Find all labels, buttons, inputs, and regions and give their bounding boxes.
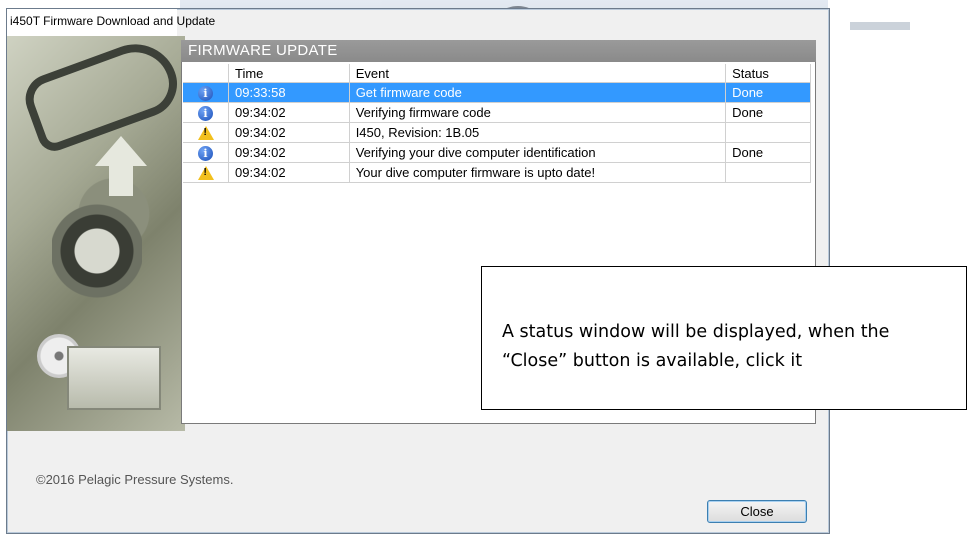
background-text-blur (850, 22, 910, 30)
copyright-text: ©2016 Pelagic Pressure Systems. (36, 472, 234, 487)
row-event: Your dive computer firmware is upto date… (349, 162, 727, 183)
row-time: 09:34:02 (228, 142, 350, 163)
row-time: 09:34:02 (228, 122, 350, 143)
column-header-time[interactable]: Time (228, 64, 350, 83)
info-icon: i (198, 105, 213, 121)
upload-arrow-stem (109, 166, 133, 196)
row-icon-cell: i (183, 102, 229, 123)
product-illustration (7, 36, 185, 431)
column-header-event[interactable]: Event (349, 64, 727, 83)
row-icon-cell: i (183, 142, 229, 163)
callout-text: A status window will be displayed, when … (502, 322, 890, 371)
table-row[interactable]: 09:34:02 I450, Revision: 1B.05 (183, 122, 811, 143)
warning-icon (197, 166, 214, 181)
event-table: Time Event Status i 09:33:58 Get firmwar… (183, 64, 811, 183)
row-event: Verifying your dive computer identificat… (349, 142, 727, 163)
row-event: Get firmware code (349, 82, 727, 103)
row-status (725, 122, 811, 143)
row-icon-cell (183, 162, 229, 183)
table-row[interactable]: i 09:34:02 Verifying your dive computer … (183, 142, 811, 163)
column-header-icon[interactable] (183, 64, 229, 83)
info-icon: i (198, 145, 213, 161)
row-status: Done (725, 82, 811, 103)
warning-icon (197, 126, 214, 141)
close-button[interactable]: Close (707, 500, 807, 523)
row-status (725, 162, 811, 183)
info-icon: i (198, 85, 213, 101)
row-time: 09:34:02 (228, 102, 350, 123)
annotation-callout: A status window will be displayed, when … (481, 266, 967, 410)
dive-computer-graphic (52, 196, 142, 306)
table-row[interactable]: 09:34:02 Your dive computer firmware is … (183, 162, 811, 183)
table-row[interactable]: i 09:33:58 Get firmware code Done (183, 82, 811, 103)
row-time: 09:33:58 (228, 82, 350, 103)
window-title: i450T Firmware Download and Update (10, 14, 216, 28)
panel-header-title: FIRMWARE UPDATE (188, 42, 338, 59)
row-icon-cell (183, 122, 229, 143)
row-time: 09:34:02 (228, 162, 350, 183)
table-row[interactable]: i 09:34:02 Verifying firmware code Done (183, 102, 811, 123)
row-event: I450, Revision: 1B.05 (349, 122, 727, 143)
table-header-row: Time Event Status (183, 64, 811, 83)
row-status: Done (725, 102, 811, 123)
column-header-status[interactable]: Status (725, 64, 811, 83)
upload-arrow-icon (95, 136, 147, 166)
row-icon-cell: i (183, 82, 229, 103)
row-status: Done (725, 142, 811, 163)
row-event: Verifying firmware code (349, 102, 727, 123)
window-titlebar: i450T Firmware Download and Update (7, 9, 215, 37)
panel-header: FIRMWARE UPDATE (181, 40, 816, 62)
laptop-icon (67, 346, 161, 410)
